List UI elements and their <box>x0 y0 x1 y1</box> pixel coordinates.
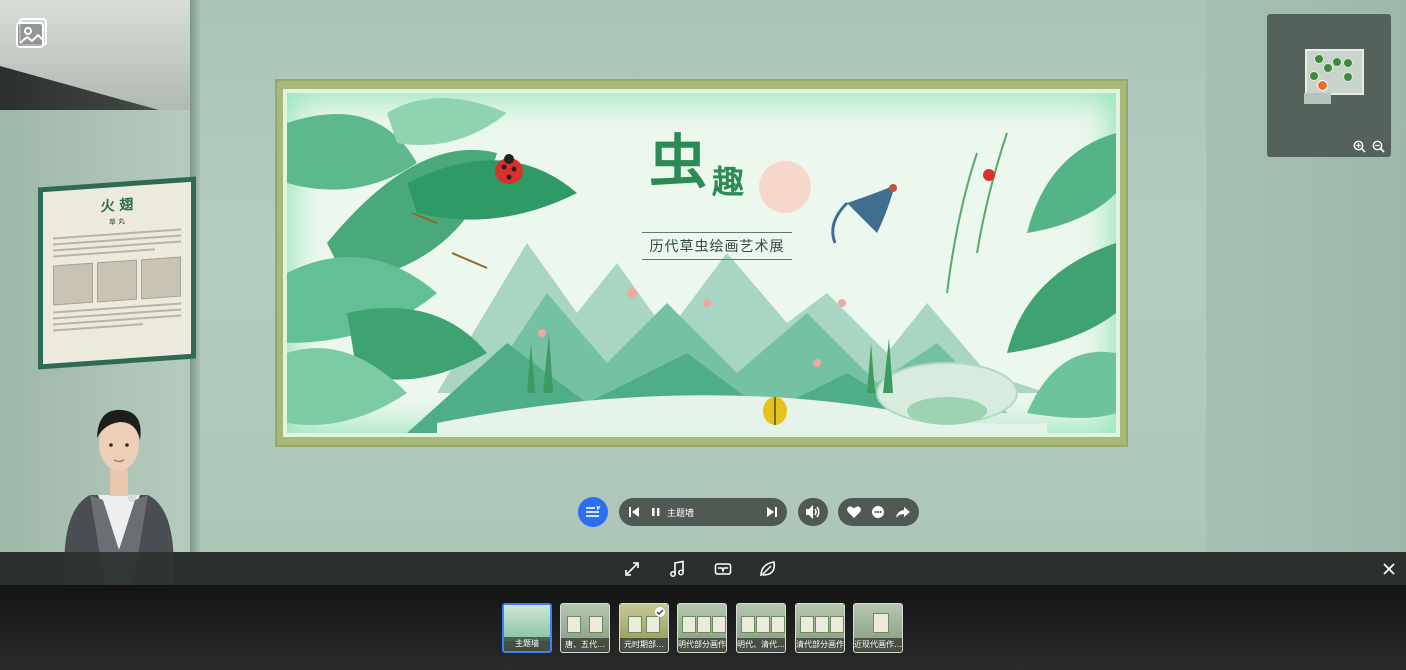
leaf-icon[interactable] <box>759 560 777 578</box>
share-icon[interactable] <box>895 504 911 520</box>
exhibition-title-char-2: 趣 <box>712 163 745 201</box>
audio-guide-player: 主题墙 <box>619 498 787 526</box>
pause-icon[interactable] <box>649 498 663 526</box>
exhibition-subtitle-box: 历代草虫绘画艺术展 <box>642 232 792 260</box>
social-actions <box>838 498 919 526</box>
gallery-icon[interactable] <box>16 17 50 49</box>
poster-text-lines-bottom <box>53 302 181 336</box>
scene-thumbnail[interactable]: 近现代画作… <box>853 603 903 653</box>
poster-paper: 火 翅 草 丸 <box>43 181 191 365</box>
minimap-hotspot[interactable] <box>1309 71 1319 81</box>
vr-headset-icon[interactable] <box>714 560 732 578</box>
scene-thumbnail-strip: 主题墙 唐、五代… 元时期部… 明代部分画作 明代、清代… 清代部分画作 近现代… <box>0 585 1406 670</box>
zoom-in-icon[interactable] <box>1353 140 1366 153</box>
scene-thumbnail-label: 清代部分画作 <box>796 638 844 652</box>
zoom-out-icon[interactable] <box>1372 140 1385 153</box>
scene-thumbnail-label: 明代、清代… <box>737 638 785 652</box>
skip-next-icon[interactable] <box>757 498 787 526</box>
scene-thumbnail-label: 主题墙 <box>504 637 550 651</box>
poster-subtitle: 草 丸 <box>108 217 126 227</box>
scene-thumbnail[interactable]: 明代部分画作 <box>677 603 727 653</box>
scene-thumbnail[interactable]: 元时期部… <box>619 603 669 653</box>
minimap-hotspot[interactable] <box>1332 57 1342 67</box>
scene-thumbnail-label: 明代部分画作 <box>678 638 726 652</box>
scene-thumbnail[interactable]: 主题墙 <box>502 603 552 653</box>
scene-thumbnail-label: 元时期部… <box>620 638 668 652</box>
scene-thumbnail[interactable]: 清代部分画作 <box>795 603 845 653</box>
minimap-hotspot[interactable] <box>1343 58 1353 68</box>
scene-thumbnail[interactable]: 明代、清代… <box>736 603 786 653</box>
scene-thumbnail-label: 近现代画作… <box>854 638 902 652</box>
close-icon[interactable] <box>1380 560 1398 578</box>
side-exhibit-poster[interactable]: 火 翅 草 丸 <box>38 176 196 370</box>
minimap-hotspot[interactable] <box>1314 54 1324 64</box>
playlist-icon <box>586 505 601 517</box>
scene-thumbnail-label: 唐、五代… <box>561 638 609 652</box>
poster-text-lines <box>53 228 181 262</box>
minimap[interactable] <box>1267 14 1391 157</box>
visited-check-icon <box>655 607 665 617</box>
exhibit-artwork: 虫 趣 历代草虫绘画艺术展 <box>287 93 1116 433</box>
gallery-scene[interactable]: 火 翅 草 丸 虫 趣 历代草虫绘画艺术展 主题墙 <box>0 0 1406 552</box>
expand-icon[interactable] <box>623 560 641 578</box>
bottom-toolbar <box>0 552 1406 585</box>
exhibition-title-char-1: 虫 <box>649 128 707 196</box>
scene-thumbnail[interactable]: 唐、五代… <box>560 603 610 653</box>
minimap-room-annex <box>1304 93 1331 104</box>
playlist-button[interactable] <box>578 497 608 527</box>
poster-title: 火 翅 <box>100 196 134 216</box>
current-track-label: 主题墙 <box>667 508 695 519</box>
heart-icon[interactable] <box>846 504 862 520</box>
skip-previous-icon[interactable] <box>619 498 649 526</box>
minimap-current-position <box>1317 80 1328 91</box>
poster-images <box>53 256 181 306</box>
volume-button[interactable] <box>798 498 828 526</box>
minimap-hotspot[interactable] <box>1323 63 1333 73</box>
main-exhibit-frame[interactable]: 虫 趣 历代草虫绘画艺术展 <box>275 79 1128 447</box>
exhibition-subtitle: 历代草虫绘画艺术展 <box>649 239 785 255</box>
minimap-hotspot[interactable] <box>1343 72 1353 82</box>
music-note-icon[interactable] <box>668 560 686 578</box>
volume-icon <box>806 505 820 519</box>
comment-icon[interactable] <box>870 504 886 520</box>
